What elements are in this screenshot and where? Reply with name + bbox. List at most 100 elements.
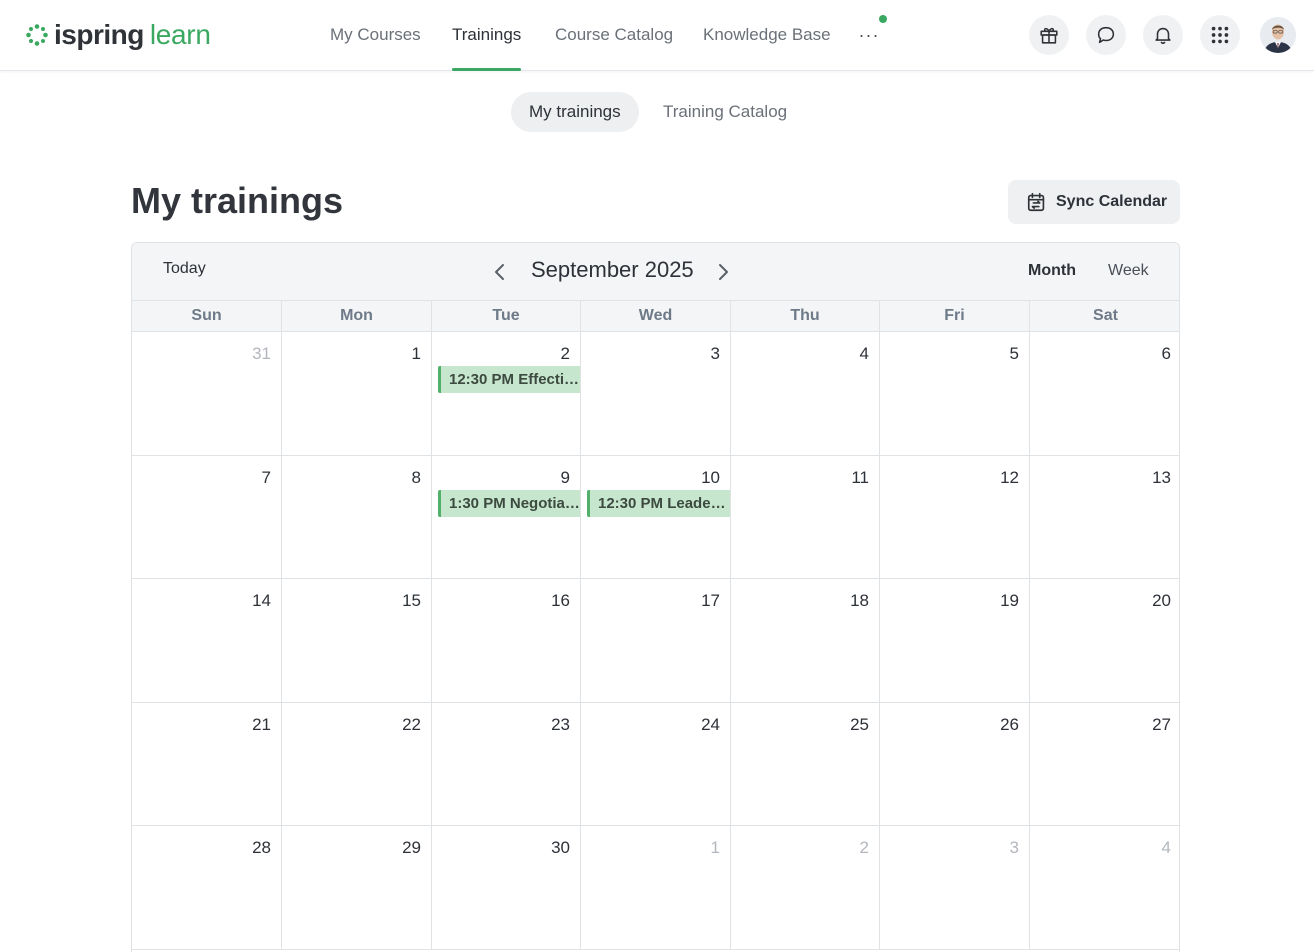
- calendar-day-cell[interactable]: 14: [132, 579, 282, 703]
- day-number: 10: [701, 468, 720, 487]
- calendar-day-cell[interactable]: 2 12:30 PM Effective Communication: [432, 332, 581, 456]
- nav-more-button[interactable]: ···: [857, 22, 881, 48]
- calendar-day-cell[interactable]: 26: [880, 703, 1030, 826]
- day-number: 26: [1000, 715, 1019, 734]
- page-title: My trainings: [131, 180, 344, 221]
- weekday-header: Mon: [282, 301, 432, 332]
- weekday-header: Tue: [432, 301, 581, 332]
- calendar-day-cell[interactable]: 22: [282, 703, 432, 826]
- calendar-toolbar: Today September 2025 Month Week: [132, 243, 1179, 301]
- chevron-right-icon: [719, 264, 728, 280]
- day-number: 13: [1152, 468, 1171, 487]
- day-number: 31: [252, 344, 271, 363]
- gift-button[interactable]: [1029, 15, 1069, 55]
- nav-course-catalog[interactable]: Course Catalog: [555, 0, 673, 71]
- calendar-day-cell[interactable]: 8: [282, 456, 432, 579]
- calendar-day-cell[interactable]: 3: [880, 826, 1030, 950]
- calendar-day-cell[interactable]: 28: [132, 826, 282, 950]
- notifications-button[interactable]: [1143, 15, 1183, 55]
- calendar-day-cell[interactable]: 23: [432, 703, 581, 826]
- day-number: 15: [402, 591, 421, 610]
- calendar-day-cell[interactable]: 24: [581, 703, 731, 826]
- calendar-day-cell[interactable]: 6: [1030, 332, 1179, 456]
- calendar-day-cell[interactable]: 3: [581, 332, 731, 456]
- chat-button[interactable]: [1086, 15, 1126, 55]
- chat-icon: [1097, 26, 1115, 44]
- calendar-day-cell[interactable]: 21: [132, 703, 282, 826]
- calendar-day-cell[interactable]: 15: [282, 579, 432, 703]
- nav-my-courses[interactable]: My Courses: [330, 0, 421, 71]
- day-number: 25: [850, 715, 869, 734]
- calendar-day-cell[interactable]: 20: [1030, 579, 1179, 703]
- next-month-button[interactable]: [711, 259, 735, 285]
- day-number: 2: [560, 344, 570, 363]
- calendar-day-cell[interactable]: 18: [731, 579, 880, 703]
- calendar-day-cell[interactable]: 27: [1030, 703, 1179, 826]
- calendar-day-cell[interactable]: 2: [731, 826, 880, 950]
- day-number: 14: [252, 591, 271, 610]
- apps-button[interactable]: [1200, 15, 1240, 55]
- weekday-header: Fri: [880, 301, 1030, 332]
- training-event[interactable]: 1:30 PM Negotiation Skills: [438, 490, 580, 517]
- calendar-day-cell[interactable]: 12: [880, 456, 1030, 579]
- calendar-day-cell[interactable]: 9 1:30 PM Negotiation Skills: [432, 456, 581, 579]
- nav-trainings[interactable]: Trainings: [452, 0, 522, 71]
- calendar-day-cell[interactable]: 19: [880, 579, 1030, 703]
- ispring-learn-logo[interactable]: ispring learn: [25, 18, 211, 52]
- calendar-day-cell[interactable]: 1: [282, 332, 432, 456]
- subtab-training-catalog[interactable]: Training Catalog: [645, 92, 805, 132]
- calendar-day-cell[interactable]: 25: [731, 703, 880, 826]
- day-number: 20: [1152, 591, 1171, 610]
- sync-calendar-button[interactable]: Sync Calendar: [1008, 180, 1180, 224]
- training-event[interactable]: 12:30 PM Leadership Basics: [587, 490, 730, 517]
- calendar-day-cell[interactable]: 7: [132, 456, 282, 579]
- top-navigation-bar: ispring learn My Courses Trainings Cours…: [0, 0, 1314, 71]
- day-number: 23: [551, 715, 570, 734]
- week-view-button[interactable]: Week: [1108, 262, 1149, 280]
- gift-icon: [1040, 27, 1058, 44]
- day-number: 3: [1009, 838, 1019, 857]
- day-number: 2: [859, 838, 869, 857]
- month-view-button[interactable]: Month: [1028, 262, 1076, 280]
- day-number: 18: [850, 591, 869, 610]
- weekday-header: Wed: [581, 301, 731, 332]
- calendar-day-cell[interactable]: 4: [731, 332, 880, 456]
- calendar-day-cell[interactable]: 5: [880, 332, 1030, 456]
- nav-knowledge-base[interactable]: Knowledge Base: [703, 0, 831, 71]
- today-button[interactable]: Today: [163, 260, 206, 278]
- calendar-day-cell[interactable]: 4: [1030, 826, 1179, 950]
- calendar-day-cell[interactable]: 29: [282, 826, 432, 950]
- day-number: 5: [1009, 344, 1019, 363]
- day-number: 17: [701, 591, 720, 610]
- calendar-day-cell[interactable]: 31: [132, 332, 282, 456]
- calendar-day-cell[interactable]: 11: [731, 456, 880, 579]
- day-number: 4: [859, 344, 869, 363]
- weekday-header: Thu: [731, 301, 880, 332]
- previous-month-button[interactable]: [488, 259, 512, 285]
- calendar-day-cell[interactable]: 17: [581, 579, 731, 703]
- weekday-header: Sat: [1093, 307, 1118, 324]
- logo-word-learn: learn: [149, 19, 211, 50]
- training-event[interactable]: 12:30 PM Effective Communication: [438, 366, 580, 393]
- user-avatar[interactable]: [1260, 17, 1296, 53]
- day-number: 1: [710, 838, 720, 857]
- day-number: 11: [851, 468, 869, 487]
- day-number: 6: [1161, 344, 1171, 363]
- day-number: 27: [1152, 715, 1171, 734]
- calendar-day-cell[interactable]: 13: [1030, 456, 1179, 579]
- calendar-day-cell[interactable]: 10 12:30 PM Leadership Basics: [581, 456, 731, 579]
- day-number: 16: [551, 591, 570, 610]
- day-number: 30: [551, 838, 570, 857]
- sync-calendar-label: Sync Calendar: [1056, 193, 1168, 210]
- training-calendar: Today September 2025 Month Week Sun Mon …: [131, 242, 1180, 952]
- day-number: 4: [1161, 838, 1171, 857]
- day-number: 7: [261, 468, 271, 487]
- weekday-header-row: Sun Mon Tue Wed Thu Fri Sat: [132, 301, 1179, 332]
- ispring-logo-icon: [26, 24, 48, 46]
- logo-word-ispring: ispring: [54, 19, 144, 50]
- subtab-my-trainings[interactable]: My trainings: [511, 92, 639, 132]
- calendar-day-cell[interactable]: 30: [432, 826, 581, 950]
- apps-grid-icon: [1211, 26, 1229, 44]
- calendar-day-cell[interactable]: 16: [432, 579, 581, 703]
- calendar-day-cell[interactable]: 1: [581, 826, 731, 950]
